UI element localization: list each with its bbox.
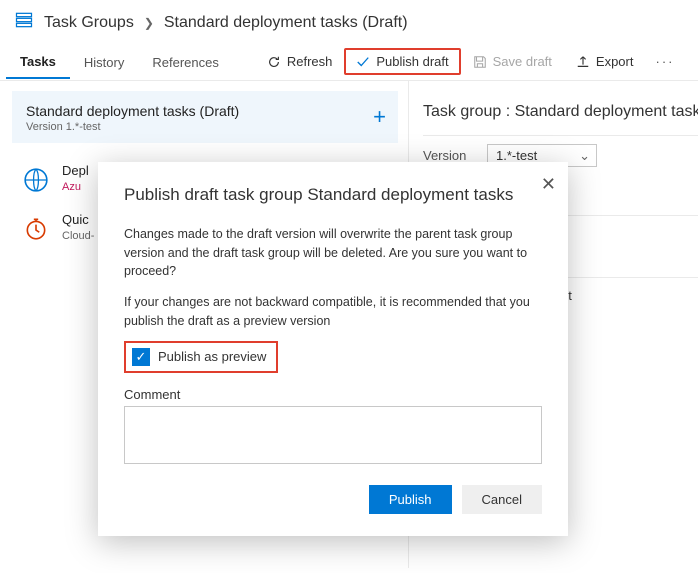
checkbox-checked-icon: ✓ [132, 348, 150, 366]
add-task-button[interactable]: + [373, 104, 386, 130]
check-icon [356, 55, 370, 69]
comment-label: Comment [124, 387, 542, 402]
close-button[interactable]: ✕ [541, 174, 556, 195]
breadcrumb-current: Standard deployment tasks (Draft) [164, 14, 408, 32]
chevron-right-icon: ❯ [144, 16, 154, 30]
dialog-body-2: If your changes are not backward compati… [124, 293, 542, 331]
dialog-title: Publish draft task group Standard deploy… [124, 184, 542, 207]
dialog-body-1: Changes made to the draft version will o… [124, 225, 542, 281]
save-draft-label: Save draft [493, 54, 552, 69]
stopwatch-icon [22, 215, 50, 243]
task-group-header[interactable]: Standard deployment tasks (Draft) Versio… [12, 91, 398, 143]
task-group-title: Standard deployment tasks (Draft) [26, 103, 384, 119]
task-group-icon [14, 10, 34, 35]
publish-draft-label: Publish draft [376, 54, 448, 69]
task-group-version: Version 1.*-test [26, 121, 384, 133]
panel-title: Task group : Standard deployment tasks [423, 103, 698, 121]
globe-icon [22, 166, 50, 194]
task-name: Quic [62, 212, 100, 227]
refresh-icon [267, 55, 281, 69]
publish-as-preview-checkbox[interactable]: ✓ Publish as preview [124, 341, 278, 373]
task-subtitle: Azu [62, 181, 100, 193]
tab-tasks[interactable]: Tasks [6, 45, 70, 79]
comment-input[interactable] [124, 406, 542, 464]
refresh-label: Refresh [287, 54, 333, 69]
save-icon [473, 55, 487, 69]
version-label: Version [423, 148, 479, 163]
cancel-button[interactable]: Cancel [462, 485, 542, 514]
export-icon [576, 55, 590, 69]
save-draft-button: Save draft [461, 48, 564, 75]
chevron-down-icon: ⌄ [579, 148, 590, 164]
publish-dialog: ✕ Publish draft task group Standard depl… [98, 162, 568, 536]
task-subtitle: Cloud- [62, 230, 100, 242]
toolbar: Tasks History References Refresh Publish… [0, 43, 698, 81]
export-button[interactable]: Export [564, 48, 646, 75]
task-name: Depl [62, 163, 100, 178]
breadcrumb: Task Groups ❯ Standard deployment tasks … [0, 0, 698, 43]
dialog-buttons: Publish Cancel [124, 485, 542, 514]
export-label: Export [596, 54, 634, 69]
version-value: 1.*-test [496, 148, 537, 163]
refresh-button[interactable]: Refresh [255, 48, 345, 75]
tab-history[interactable]: History [70, 46, 138, 78]
publish-button[interactable]: Publish [369, 485, 452, 514]
tab-references[interactable]: References [138, 46, 232, 78]
publish-draft-button[interactable]: Publish draft [344, 48, 460, 75]
close-icon: ✕ [541, 174, 556, 194]
checkbox-label: Publish as preview [158, 349, 266, 364]
more-menu[interactable]: ··· [645, 50, 684, 73]
breadcrumb-root[interactable]: Task Groups [44, 14, 134, 32]
